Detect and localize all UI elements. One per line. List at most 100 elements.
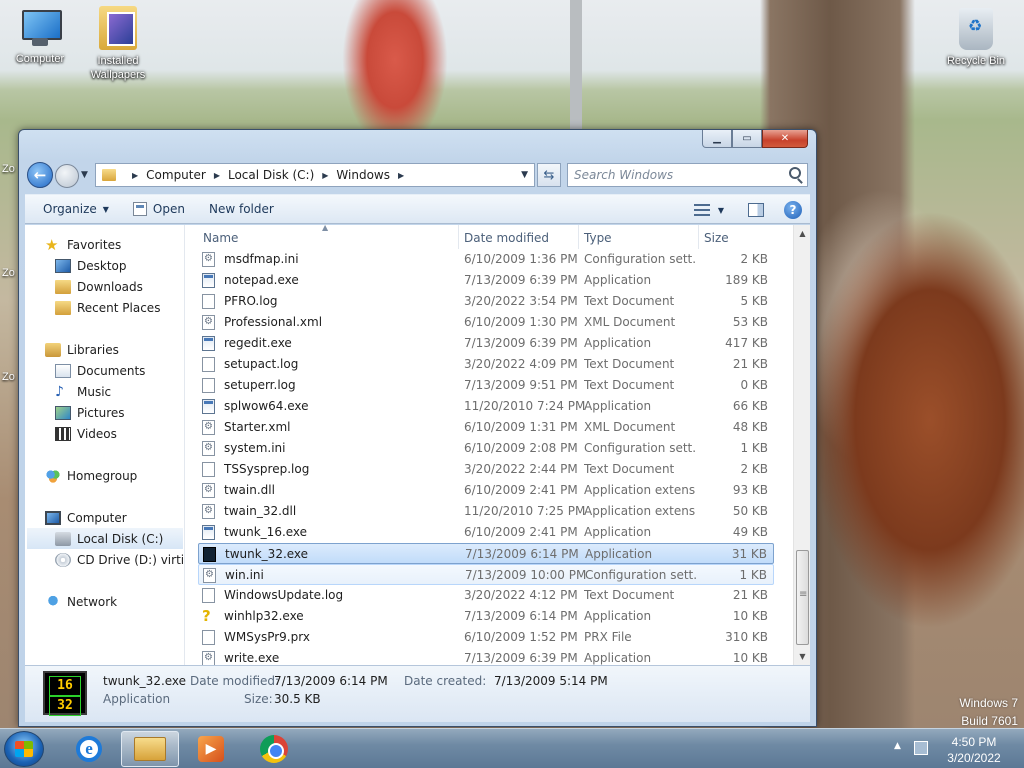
file-row[interactable]: twain.dll 6/10/2009 2:41 PM Application ex…	[198, 480, 774, 501]
file-size: 10 KB	[732, 609, 768, 623]
maximize-button[interactable]: ▭	[732, 130, 762, 148]
file-type: Application	[585, 547, 653, 561]
nav-label: Music	[77, 384, 112, 399]
file-size: 48 KB	[732, 420, 768, 434]
desktop-icon-recycle-bin[interactable]: Recycle Bin	[936, 8, 1016, 68]
scroll-thumb[interactable]	[796, 550, 809, 645]
twunk-application-icon: 16 32	[43, 671, 87, 716]
nav-label: Videos	[77, 426, 117, 441]
organize-button[interactable]: Organize ▼	[25, 194, 121, 224]
file-row[interactable]: Starter.xml 6/10/2009 1:31 PM XML Document…	[198, 417, 774, 438]
refresh-button[interactable]: ⇆	[537, 163, 561, 187]
breadcrumb-computer[interactable]: Computer	[146, 168, 206, 182]
search-input[interactable]: Search Windows	[567, 163, 808, 187]
vertical-scrollbar[interactable]: ▲ ▼	[793, 225, 810, 665]
file-name: PFRO.log	[224, 294, 278, 308]
nav-downloads[interactable]: Downloads	[55, 276, 143, 297]
caption-buttons: ▁ ▭ ✕	[702, 130, 808, 148]
file-row[interactable]: WMSysPr9.prx 6/10/2009 1:52 PM PRX File 310…	[198, 627, 774, 648]
open-button[interactable]: Open	[121, 194, 197, 224]
breadcrumb-windows[interactable]: Windows	[336, 168, 390, 182]
address-dropdown-icon[interactable]: ▼	[521, 170, 528, 180]
file-row[interactable]: setupact.log 3/20/2022 4:09 PM Text Docume…	[198, 354, 774, 375]
breadcrumb-local-disk[interactable]: Local Disk (C:)	[228, 168, 314, 182]
file-date-modified: 11/20/2010 7:24 PM	[464, 399, 586, 413]
file-row[interactable]: setuperr.log 7/13/2009 9:51 PM Text Docume…	[198, 375, 774, 396]
taskbar-chrome[interactable]	[245, 731, 303, 767]
chevron-down-icon[interactable]: ▼	[718, 206, 724, 215]
nav-network[interactable]: Network	[45, 591, 117, 612]
back-button[interactable]: ←	[27, 162, 53, 188]
preview-pane-icon[interactable]	[748, 203, 764, 217]
taskbar-internet-explorer[interactable]: e	[60, 731, 118, 767]
open-label: Open	[152, 202, 185, 216]
file-type: Text Document	[584, 588, 675, 602]
file-row[interactable]: ? winhlp32.exe 7/13/2009 6:14 PM Applicatio…	[198, 606, 774, 627]
search-icon[interactable]	[789, 167, 801, 179]
nav-recent-places[interactable]: Recent Places	[55, 297, 160, 318]
chevron-right-icon[interactable]: ▶	[132, 171, 138, 180]
column-divider[interactable]	[578, 225, 579, 249]
close-button[interactable]: ✕	[762, 130, 808, 148]
file-row[interactable]: regedit.exe 7/13/2009 6:39 PM Application 4…	[198, 333, 774, 354]
nav-local-disk[interactable]: Local Disk (C:)	[27, 528, 183, 549]
nav-computer[interactable]: Computer	[45, 507, 127, 528]
scroll-down-arrow[interactable]: ▼	[794, 648, 811, 665]
column-header-name[interactable]: Name	[203, 231, 238, 245]
file-date-modified: 6/10/2009 1:30 PM	[464, 315, 578, 329]
file-row[interactable]: twain_32.dll 11/20/2010 7:25 PMApplicatio…	[198, 501, 774, 522]
file-type: Configuration sett...	[585, 568, 697, 582]
nav-favorites[interactable]: ★ Favorites	[45, 234, 121, 255]
taskbar-windows-explorer[interactable]	[121, 731, 179, 767]
file-row[interactable]: notepad.exe 7/13/2009 6:39 PM Application 1…	[198, 270, 774, 291]
file-row[interactable]: msdfmap.ini 6/10/2009 1:36 PM Configuratio…	[198, 249, 774, 270]
nav-cd-drive[interactable]: CD Drive (D:) virtio-w	[55, 549, 184, 570]
file-row[interactable]: write.exe 7/13/2009 6:39 PM Application 10 …	[198, 648, 774, 665]
chevron-right-icon[interactable]: ▶	[322, 171, 328, 180]
file-size: 49 KB	[732, 525, 768, 539]
nav-pictures[interactable]: Pictures	[55, 402, 125, 423]
column-header-size[interactable]: Size	[704, 231, 729, 245]
recent-pages-dropdown[interactable]: ▼	[81, 170, 88, 180]
column-header-type[interactable]: Type	[584, 231, 612, 245]
chevron-right-icon[interactable]: ▶	[398, 171, 404, 180]
minimize-button[interactable]: ▁	[702, 130, 732, 148]
help-icon[interactable]: ?	[784, 201, 802, 219]
nav-documents[interactable]: Documents	[55, 360, 145, 381]
show-hidden-icons-icon[interactable]: ▲	[894, 741, 901, 751]
recent-places-icon	[55, 300, 71, 315]
file-row[interactable]: system.ini 6/10/2009 2:08 PM Configuration…	[198, 438, 774, 459]
network-tray-icon[interactable]	[914, 741, 928, 755]
nav-label: Recent Places	[77, 300, 161, 315]
new-folder-button[interactable]: New folder	[197, 194, 286, 224]
nav-homegroup[interactable]: Homegroup	[45, 465, 137, 486]
taskbar-clock[interactable]: 4:50 PM 3/20/2022	[938, 734, 1010, 766]
chevron-right-icon[interactable]: ▶	[214, 171, 220, 180]
desktop-icon-computer[interactable]: Computer	[0, 8, 80, 66]
file-row[interactable]: WindowsUpdate.log 3/20/2022 4:12 PM Text D…	[198, 585, 774, 606]
file-row[interactable]: Professional.xml 6/10/2009 1:30 PM XML Doc…	[198, 312, 774, 333]
file-row[interactable]: PFRO.log 3/20/2022 3:54 PM Text Document 5 …	[198, 291, 774, 312]
forward-button[interactable]	[55, 164, 79, 188]
column-header-date[interactable]: Date modified	[464, 231, 549, 245]
file-row[interactable]: twunk_32.exe 7/13/2009 6:14 PM Application…	[198, 543, 774, 564]
file-row[interactable]: win.ini 7/13/2009 10:00 PMConfiguration s…	[198, 564, 774, 585]
file-row[interactable]: TSSysprep.log 3/20/2022 2:44 PM Text Docum…	[198, 459, 774, 480]
address-bar[interactable]: ▶ Computer ▶ Local Disk (C:) ▶ Windows ▶…	[95, 163, 535, 187]
scroll-up-arrow[interactable]: ▲	[794, 225, 811, 242]
refresh-icon: ⇆	[543, 167, 555, 183]
nav-desktop[interactable]: Desktop	[55, 255, 127, 276]
column-divider[interactable]	[458, 225, 459, 249]
nav-libraries[interactable]: Libraries	[45, 339, 119, 360]
taskbar-media-player[interactable]: ▶	[182, 731, 240, 767]
nav-label: Homegroup	[67, 468, 138, 483]
change-view-icon[interactable]	[693, 204, 710, 216]
details-file-name: twunk_32.exe	[103, 674, 187, 688]
nav-videos[interactable]: Videos	[55, 423, 117, 444]
file-row[interactable]: splwow64.exe 11/20/2010 7:24 PM Applicatio…	[198, 396, 774, 417]
start-button[interactable]	[4, 731, 44, 767]
nav-music[interactable]: ♪ Music	[55, 381, 111, 402]
file-row[interactable]: twunk_16.exe 6/10/2009 2:41 PM Application…	[198, 522, 774, 543]
desktop-icon-installed-wallpapers[interactable]: Installed Wallpapers	[78, 6, 158, 82]
column-divider[interactable]	[698, 225, 699, 249]
